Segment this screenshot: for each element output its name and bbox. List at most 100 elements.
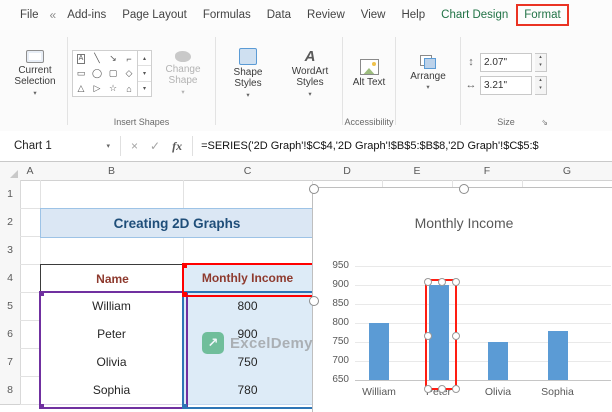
wordart-icon: A	[304, 48, 316, 66]
name-cell-peter[interactable]: Peter	[40, 320, 183, 349]
bar-olivia[interactable]	[488, 342, 508, 380]
row-header-6[interactable]: 6	[0, 320, 21, 349]
group-label-empty	[217, 116, 279, 131]
formula-input[interactable]: =SERIES('2D Graph'!$C$4,'2D Graph'!$B$5:…	[197, 140, 612, 152]
arrange-button[interactable]: Arrange ▾	[400, 55, 456, 91]
enter-icon[interactable]: ✓	[144, 139, 166, 153]
select-all-corner[interactable]	[0, 162, 21, 181]
gallery-scroll-down-icon[interactable]: ▾	[138, 65, 151, 80]
chart-resize-handle[interactable]	[309, 296, 319, 306]
income-header-cell[interactable]: Monthly Income	[183, 264, 312, 292]
chart-gridline	[355, 304, 611, 305]
column-header-d[interactable]: D	[312, 162, 383, 181]
chart-title[interactable]: Monthly Income	[313, 215, 612, 231]
shape-icon[interactable]: ╲	[89, 51, 105, 66]
tab-help[interactable]: Help	[393, 4, 433, 26]
tab-review[interactable]: Review	[299, 4, 353, 26]
tab-data[interactable]: Data	[259, 4, 299, 26]
tab-add-ins[interactable]: Add-ins	[59, 4, 114, 26]
shape-icon[interactable]: ↘	[105, 51, 121, 66]
row-header-8[interactable]: 8	[0, 376, 21, 405]
height-spinner[interactable]: ▴ ▾	[535, 52, 547, 72]
shape-styles-button[interactable]: Shape Styles ▾	[220, 48, 276, 99]
sheet-title-cell[interactable]: Creating 2D Graphs	[40, 208, 314, 238]
shape-icon[interactable]: ▷	[89, 81, 105, 96]
column-header-e[interactable]: E	[382, 162, 453, 181]
insert-function-icon[interactable]: fx	[166, 139, 188, 154]
gallery-more-icon[interactable]: ▾	[138, 80, 151, 96]
column-header-c[interactable]: C	[183, 162, 313, 181]
point-selection-handle[interactable]	[423, 385, 432, 393]
tab-file[interactable]: File	[12, 4, 47, 26]
group-divider	[342, 37, 343, 125]
shape-icon[interactable]: ▭	[73, 66, 89, 81]
point-selection-handle[interactable]	[423, 278, 432, 286]
shape-width-input[interactable]: 3.21"	[480, 75, 532, 95]
name-header-cell[interactable]: Name	[40, 264, 185, 294]
current-selection-button[interactable]: Current Selection ▾	[7, 50, 63, 97]
size-dialog-launcher-icon[interactable]: ⇘	[541, 117, 548, 129]
cancel-icon[interactable]: ×	[125, 139, 144, 153]
point-selection-handle[interactable]	[423, 331, 432, 340]
shape-icon[interactable]: ◯	[89, 66, 105, 81]
shape-icon[interactable]: ◇	[121, 66, 137, 81]
change-shape-label: Change Shape	[165, 64, 201, 87]
shape-styles-label: Shape Styles	[233, 67, 263, 90]
point-selection-handle[interactable]	[437, 278, 446, 286]
column-header-a[interactable]: A	[20, 162, 41, 181]
column-header-f[interactable]: F	[452, 162, 523, 181]
row-header-3[interactable]: 3	[0, 236, 21, 265]
income-cell-william[interactable]: 800	[183, 292, 312, 321]
gallery-scroll-up-icon[interactable]: ▴	[138, 51, 151, 65]
name-cell-william[interactable]: William	[40, 292, 183, 321]
x-axis-label-olivia: Olivia	[484, 386, 512, 398]
name-cell-olivia[interactable]: Olivia	[40, 348, 183, 377]
shape-height-input[interactable]: 2.07"	[480, 52, 532, 72]
row-header-7[interactable]: 7	[0, 348, 21, 377]
formula-bar-divider	[120, 136, 121, 156]
income-cell-peter[interactable]: 900	[183, 320, 312, 349]
name-box-dropdown-icon[interactable]: ▾	[106, 142, 110, 150]
shape-icon[interactable]: ☆	[105, 81, 121, 96]
row-header-5[interactable]: 5	[0, 292, 21, 321]
worksheet-grid[interactable]: Monthly Income 950 900 850 800 750 700 650 Will…	[0, 162, 612, 412]
name-box[interactable]: Chart 1 ▾	[8, 135, 116, 157]
row-header-2[interactable]: 2	[0, 208, 21, 237]
column-header-b[interactable]: B	[40, 162, 184, 181]
row-header-4[interactable]: 4	[0, 264, 21, 293]
shape-icon[interactable]: ▢	[105, 66, 121, 81]
bar-william[interactable]	[369, 323, 389, 380]
tab-view[interactable]: View	[353, 4, 394, 26]
point-selection-handle[interactable]	[451, 331, 460, 340]
name-cell-sophia[interactable]: Sophia	[40, 376, 183, 405]
tab-page-layout[interactable]: Page Layout	[114, 4, 195, 26]
tab-chart-design[interactable]: Chart Design	[433, 4, 516, 26]
shape-icon[interactable]: △	[73, 81, 89, 96]
alt-text-button[interactable]: Alt Text	[347, 58, 391, 88]
income-cell-olivia[interactable]: 750	[183, 348, 312, 377]
shape-icon[interactable]: ⌂	[121, 81, 137, 96]
x-axis-label-william: William	[362, 386, 396, 398]
chart-object[interactable]: Monthly Income 950 900 850 800 750 700 650 Will…	[309, 184, 612, 412]
column-header-g[interactable]: G	[522, 162, 612, 181]
bar-sophia[interactable]	[547, 330, 568, 380]
chart-resize-handle[interactable]	[459, 184, 469, 194]
ribbon-overflow-icon[interactable]: «	[47, 3, 60, 27]
chart-gridline	[355, 323, 611, 324]
change-shape-button[interactable]: Change Shape ▾	[155, 51, 211, 96]
chart-resize-handle[interactable]	[309, 184, 319, 194]
tab-formulas[interactable]: Formulas	[195, 4, 259, 26]
income-cell-sophia[interactable]: 780	[183, 376, 312, 405]
shape-icon[interactable]: ⌐	[121, 51, 137, 66]
shapes-gallery-scrollbar[interactable]: ▴ ▾ ▾	[138, 50, 152, 97]
selected-bar-highlight	[423, 278, 460, 393]
tab-format[interactable]: Format	[516, 4, 569, 26]
row-header-1[interactable]: 1	[0, 180, 21, 209]
shape-icon[interactable]: A	[73, 51, 89, 66]
point-selection-handle[interactable]	[451, 385, 460, 393]
point-selection-handle[interactable]	[451, 278, 460, 286]
point-selection-handle[interactable]	[437, 385, 446, 393]
chevron-down-icon: ▾	[308, 90, 312, 98]
width-spinner[interactable]: ▴ ▾	[535, 75, 547, 95]
wordart-styles-button[interactable]: A WordArt Styles ▾	[282, 49, 338, 98]
